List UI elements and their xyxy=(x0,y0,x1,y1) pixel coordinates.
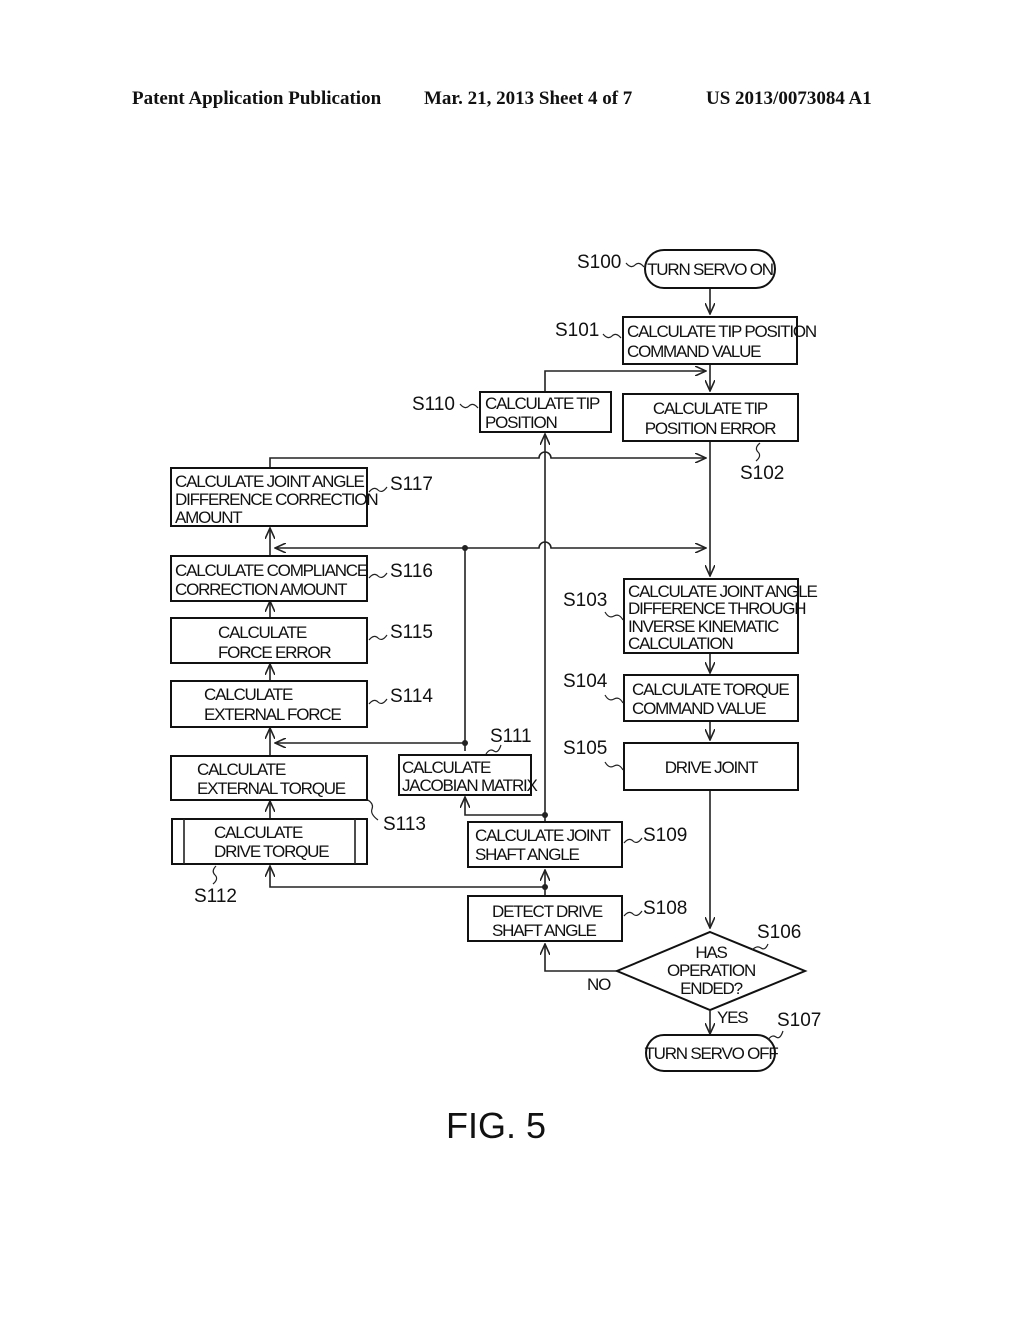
step-text: CALCULATE xyxy=(218,623,307,642)
step-text: CALCULATE xyxy=(197,760,286,779)
edge-s106-no-s108 xyxy=(545,944,617,972)
step-s105: DRIVE JOINT S105 xyxy=(563,738,799,791)
step-text: DIFFERENCE CORRECTION xyxy=(175,490,377,509)
step-text: CALCULATE TIP xyxy=(653,399,768,418)
step-s115: CALCULATE FORCE ERROR S115 xyxy=(170,617,433,664)
step-text: CALCULATE TIP POSITION xyxy=(627,322,816,341)
leader-line xyxy=(459,403,479,409)
step-s108: DETECT DRIVE SHAFT ANGLE S108 xyxy=(467,895,687,942)
step-id: S110 xyxy=(412,394,455,415)
step-text: COMMAND VALUE xyxy=(632,699,766,718)
leader-line xyxy=(623,837,643,844)
leader-line xyxy=(602,333,622,339)
step-id: S108 xyxy=(643,898,687,919)
leader-line xyxy=(367,799,379,821)
step-text: POSITION xyxy=(485,413,557,432)
step-id: S111 xyxy=(490,726,532,747)
step-text: OPERATION xyxy=(667,961,755,980)
edge-s111-main xyxy=(465,541,706,548)
leader-line xyxy=(755,442,761,462)
step-id: S112 xyxy=(194,886,237,907)
step-s112: CALCULATE DRIVE TORQUE S112 xyxy=(171,818,368,907)
step-id: S117 xyxy=(390,474,433,495)
edge-s108-s112 xyxy=(270,866,545,888)
step-id: S106 xyxy=(757,922,801,943)
edge-s117-main xyxy=(269,451,706,468)
step-s104: CALCULATE TORQUE COMMAND VALUE S104 xyxy=(563,671,799,722)
step-text: TURN SERVO OFF xyxy=(644,1044,778,1063)
step-text: FORCE ERROR xyxy=(218,643,331,662)
step-id: S113 xyxy=(383,814,426,835)
step-text: CALCULATE COMPLIANCE xyxy=(175,561,368,580)
leader-line xyxy=(625,262,645,268)
step-text: DIFFERENCE THROUGH xyxy=(628,599,805,618)
step-text: CALCULATE JOINT xyxy=(475,826,611,845)
step-id: S114 xyxy=(390,686,433,707)
leader-line xyxy=(623,910,643,917)
step-s101: CALCULATE TIP POSITION COMMAND VALUE S10… xyxy=(555,316,817,365)
junction-dot xyxy=(462,740,468,746)
step-s110: CALCULATE TIP POSITION S110 xyxy=(412,391,612,433)
step-s114: CALCULATE EXTERNAL FORCE S114 xyxy=(170,680,433,728)
step-text: DRIVE JOINT xyxy=(665,758,758,777)
step-id: S103 xyxy=(563,590,607,611)
step-id: S101 xyxy=(555,320,599,341)
step-id: S102 xyxy=(740,463,784,484)
step-text: SHAFT ANGLE xyxy=(492,921,596,940)
junction-dot xyxy=(542,884,548,890)
step-id: S107 xyxy=(777,1010,821,1031)
junction-dot xyxy=(542,812,548,818)
step-text: DETECT DRIVE xyxy=(492,902,603,921)
step-text: HAS xyxy=(695,943,727,962)
junction-dot xyxy=(462,545,468,551)
step-s109: CALCULATE JOINT SHAFT ANGLE S109 xyxy=(467,821,687,868)
step-text: COMMAND VALUE xyxy=(627,342,761,361)
step-s103: CALCULATE JOINT ANGLE DIFFERENCE THROUGH… xyxy=(563,578,819,654)
leader-line xyxy=(604,694,624,704)
step-text: CALCULATE TORQUE xyxy=(632,680,789,699)
step-text: CALCULATE xyxy=(402,758,491,777)
step-text: POSITION ERROR xyxy=(645,419,776,438)
leader-line xyxy=(368,572,388,579)
step-text: CALCULATE xyxy=(214,823,303,842)
step-text: JACOBIAN MATRIX xyxy=(402,776,538,795)
flowchart: TURN SERVO ON S100 CALCULATE TIP POSITIO… xyxy=(170,249,821,1146)
edge-s109-s111 xyxy=(465,797,545,816)
step-id: S100 xyxy=(577,252,621,273)
edge-s110-s102 xyxy=(544,371,706,392)
leader-line xyxy=(767,1030,784,1041)
step-s116: CALCULATE COMPLIANCE CORRECTION AMOUNT S… xyxy=(170,555,433,602)
step-text: EXTERNAL TORQUE xyxy=(197,779,346,798)
step-text: EXTERNAL FORCE xyxy=(204,705,341,724)
step-text: CALCULATE xyxy=(204,685,293,704)
step-text: TURN SERVO ON xyxy=(647,260,773,279)
leader-line xyxy=(368,634,388,641)
step-s111: CALCULATE JACOBIAN MATRIX S111 xyxy=(398,726,539,796)
step-text: AMOUNT xyxy=(175,508,242,527)
leader-line xyxy=(751,943,769,951)
step-text: CALCULATE JOINT ANGLE xyxy=(175,472,364,491)
step-text: ENDED? xyxy=(680,979,743,998)
leader-line xyxy=(212,865,218,885)
step-id: S109 xyxy=(643,825,687,846)
step-text: SHAFT ANGLE xyxy=(475,845,579,864)
leader-line xyxy=(604,761,624,771)
step-text: DRIVE TORQUE xyxy=(214,842,329,861)
step-text: CALCULATION xyxy=(628,634,733,653)
step-id: S105 xyxy=(563,738,607,759)
step-id: S116 xyxy=(390,561,433,582)
step-text: CALCULATE TIP xyxy=(485,394,600,413)
step-id: S104 xyxy=(563,671,608,692)
step-s100: TURN SERVO ON S100 xyxy=(577,249,776,289)
step-text: CORRECTION AMOUNT xyxy=(175,580,347,599)
step-id: S115 xyxy=(390,622,433,643)
step-s117: CALCULATE JOINT ANGLE DIFFERENCE CORRECT… xyxy=(170,467,433,527)
yes-branch-label: YES xyxy=(717,1008,748,1027)
leader-line xyxy=(604,611,624,621)
no-branch-label: NO xyxy=(587,975,611,994)
figure-caption: FIG. 5 xyxy=(446,1105,546,1146)
leader-line xyxy=(368,698,388,705)
